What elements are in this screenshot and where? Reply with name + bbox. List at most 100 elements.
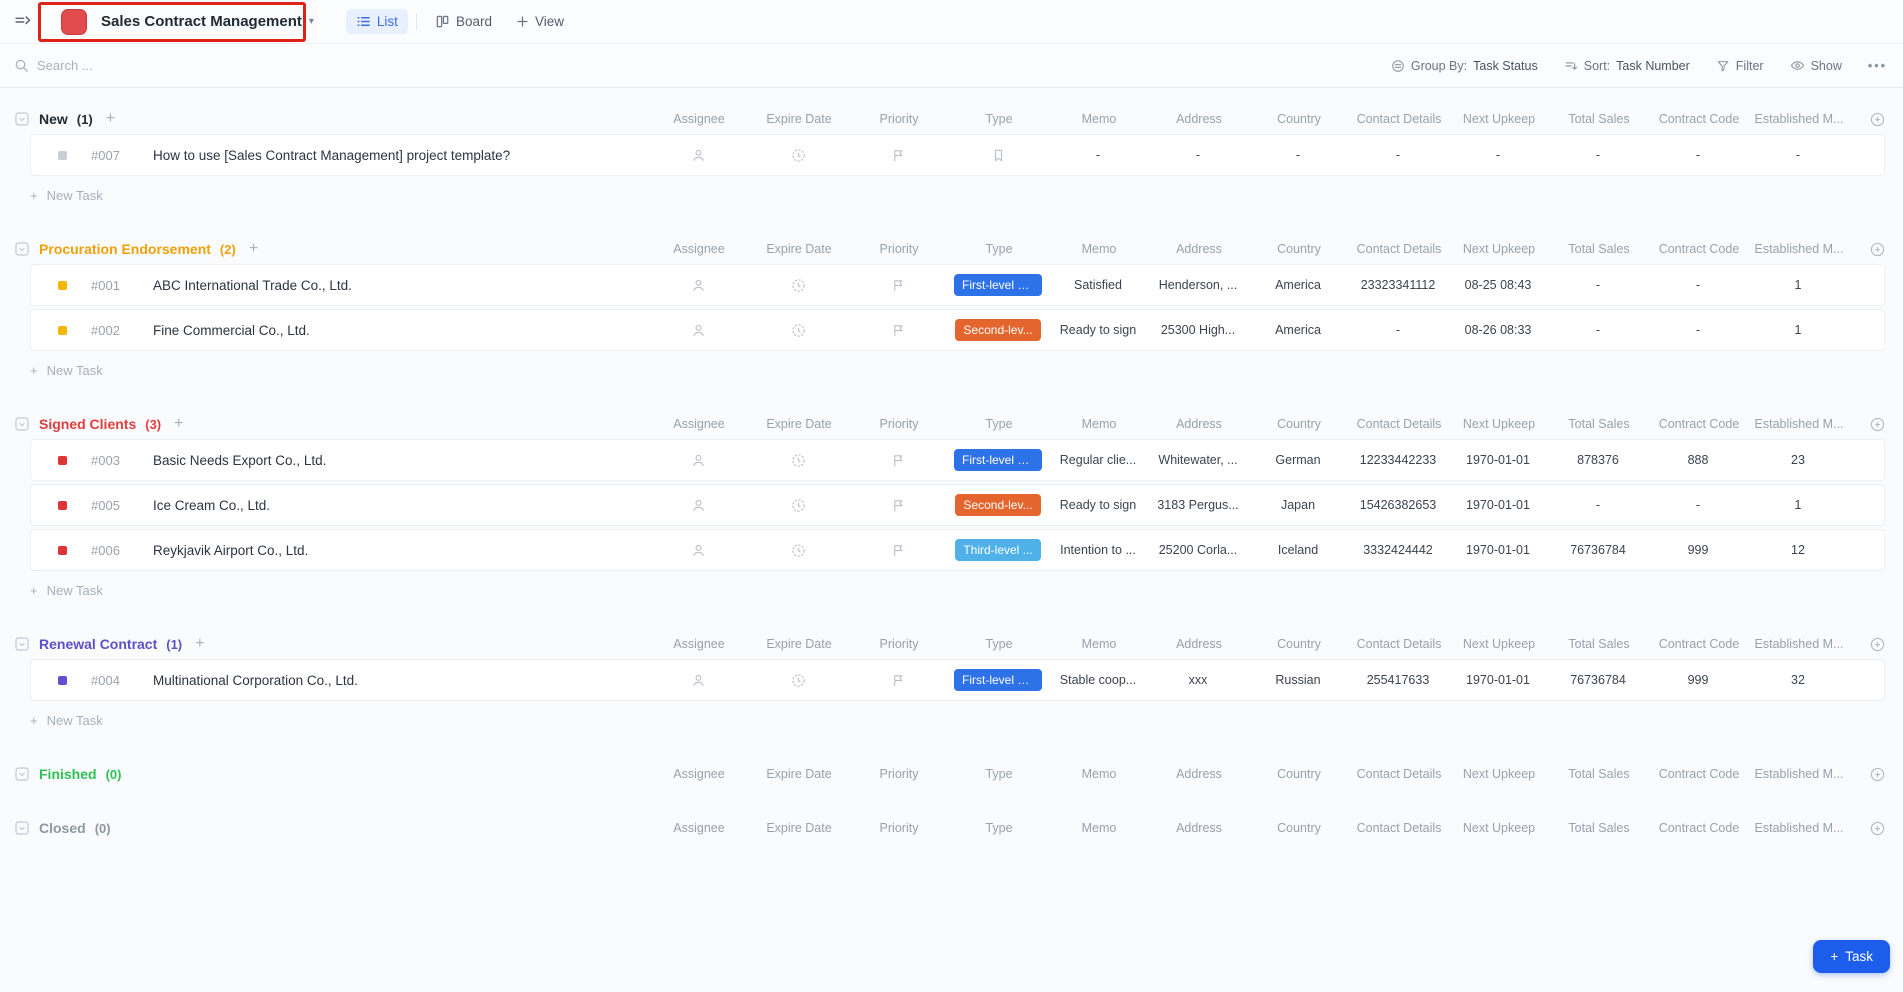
cell-memo[interactable]: Satisfied bbox=[1048, 278, 1148, 292]
column-header-established[interactable]: Established M... bbox=[1749, 417, 1849, 431]
status-dot[interactable] bbox=[58, 151, 67, 160]
cell-country[interactable]: German bbox=[1248, 453, 1348, 467]
column-header-address[interactable]: Address bbox=[1149, 112, 1249, 126]
cell-next-upkeep[interactable]: 1970-01-01 bbox=[1448, 543, 1548, 557]
column-header-expire-date[interactable]: Expire Date bbox=[749, 767, 849, 781]
column-header-contact-details[interactable]: Contact Details bbox=[1349, 417, 1449, 431]
cell-contact-details[interactable]: - bbox=[1348, 323, 1448, 337]
cell-memo[interactable]: Regular clie... bbox=[1048, 453, 1148, 467]
column-header-assignee[interactable]: Assignee bbox=[649, 767, 749, 781]
cell-established[interactable]: 23 bbox=[1748, 453, 1848, 467]
cell-address[interactable]: Henderson, ... bbox=[1148, 278, 1248, 292]
assignee-icon[interactable] bbox=[648, 673, 748, 688]
cell-country[interactable]: America bbox=[1248, 278, 1348, 292]
cell-total-sales[interactable]: - bbox=[1548, 498, 1648, 512]
task-title[interactable]: Ice Cream Co., Ltd. bbox=[153, 498, 270, 513]
cell-country[interactable]: Russian bbox=[1248, 673, 1348, 687]
assignee-icon[interactable] bbox=[648, 453, 748, 468]
expire-date-icon[interactable] bbox=[748, 673, 848, 688]
column-header-country[interactable]: Country bbox=[1249, 767, 1349, 781]
column-header-type[interactable]: Type bbox=[949, 112, 1049, 126]
task-title[interactable]: Multinational Corporation Co., Ltd. bbox=[153, 673, 358, 688]
column-header-expire-date[interactable]: Expire Date bbox=[749, 821, 849, 835]
column-header-country[interactable]: Country bbox=[1249, 417, 1349, 431]
column-header-total-sales[interactable]: Total Sales bbox=[1549, 417, 1649, 431]
priority-flag-icon[interactable] bbox=[848, 673, 948, 688]
table-row[interactable]: #006 Reykjavik Airport Co., Ltd. Third-l… bbox=[30, 529, 1885, 571]
add-column-button[interactable] bbox=[1849, 112, 1885, 127]
search-box[interactable] bbox=[14, 58, 1391, 73]
cell-memo[interactable]: Ready to sign bbox=[1048, 323, 1148, 337]
column-header-next-upkeep[interactable]: Next Upkeep bbox=[1449, 821, 1549, 835]
add-task-button[interactable]: + Task bbox=[1813, 940, 1890, 973]
column-header-assignee[interactable]: Assignee bbox=[649, 821, 749, 835]
cell-contract-code[interactable]: 888 bbox=[1648, 453, 1748, 467]
collapse-group-icon[interactable] bbox=[14, 820, 30, 836]
column-header-type[interactable]: Type bbox=[949, 637, 1049, 651]
column-header-address[interactable]: Address bbox=[1149, 637, 1249, 651]
column-header-expire-date[interactable]: Expire Date bbox=[749, 637, 849, 651]
column-header-country[interactable]: Country bbox=[1249, 242, 1349, 256]
column-header-contact-details[interactable]: Contact Details bbox=[1349, 637, 1449, 651]
task-title[interactable]: Fine Commercial Co., Ltd. bbox=[153, 323, 310, 338]
cell-total-sales[interactable]: - bbox=[1548, 148, 1648, 162]
cell-total-sales[interactable]: 76736784 bbox=[1548, 543, 1648, 557]
cell-contact-details[interactable]: - bbox=[1348, 148, 1448, 162]
priority-flag-icon[interactable] bbox=[848, 453, 948, 468]
tab-board[interactable]: Board bbox=[425, 9, 502, 34]
add-task-to-group-button[interactable]: + bbox=[195, 635, 204, 653]
cell-established[interactable]: 1 bbox=[1748, 498, 1848, 512]
cell-contact-details[interactable]: 255417633 bbox=[1348, 673, 1448, 687]
add-task-to-group-button[interactable]: + bbox=[249, 240, 258, 258]
sort-control[interactable]: Sort: Task Number bbox=[1564, 59, 1690, 73]
expire-date-icon[interactable] bbox=[748, 278, 848, 293]
cell-total-sales[interactable]: 878376 bbox=[1548, 453, 1648, 467]
new-task-button[interactable]: + New Task bbox=[30, 179, 170, 212]
column-header-priority[interactable]: Priority bbox=[849, 767, 949, 781]
column-header-next-upkeep[interactable]: Next Upkeep bbox=[1449, 242, 1549, 256]
assignee-icon[interactable] bbox=[648, 148, 748, 163]
column-header-type[interactable]: Type bbox=[949, 821, 1049, 835]
collapse-group-icon[interactable] bbox=[14, 416, 30, 432]
new-task-button[interactable]: + New Task bbox=[30, 354, 170, 387]
column-header-expire-date[interactable]: Expire Date bbox=[749, 242, 849, 256]
cell-total-sales[interactable]: 76736784 bbox=[1548, 673, 1648, 687]
column-header-priority[interactable]: Priority bbox=[849, 242, 949, 256]
cell-contract-code[interactable]: 999 bbox=[1648, 543, 1748, 557]
status-dot[interactable] bbox=[58, 501, 67, 510]
sidebar-expand-icon[interactable] bbox=[14, 13, 31, 30]
column-header-assignee[interactable]: Assignee bbox=[649, 112, 749, 126]
collapse-group-icon[interactable] bbox=[14, 241, 30, 257]
column-header-contact-details[interactable]: Contact Details bbox=[1349, 767, 1449, 781]
cell-established[interactable]: 1 bbox=[1748, 278, 1848, 292]
cell-contact-details[interactable]: 3332424442 bbox=[1348, 543, 1448, 557]
project-title-button[interactable]: Sales Contract Management ▾ bbox=[53, 5, 324, 39]
filter-control[interactable]: Filter bbox=[1716, 59, 1764, 73]
add-column-button[interactable] bbox=[1849, 767, 1885, 782]
column-header-established[interactable]: Established M... bbox=[1749, 821, 1849, 835]
collapse-group-icon[interactable] bbox=[14, 766, 30, 782]
column-header-country[interactable]: Country bbox=[1249, 637, 1349, 651]
column-header-memo[interactable]: Memo bbox=[1049, 821, 1149, 835]
cell-next-upkeep[interactable]: 1970-01-01 bbox=[1448, 673, 1548, 687]
cell-address[interactable]: Whitewater, ... bbox=[1148, 453, 1248, 467]
assignee-icon[interactable] bbox=[648, 498, 748, 513]
type-bookmark-icon[interactable] bbox=[948, 148, 1048, 163]
cell-contract-code[interactable]: 999 bbox=[1648, 673, 1748, 687]
cell-next-upkeep[interactable]: 08-25 08:43 bbox=[1448, 278, 1548, 292]
more-options-button[interactable]: ••• bbox=[1868, 59, 1887, 73]
column-header-established[interactable]: Established M... bbox=[1749, 637, 1849, 651]
cell-address[interactable]: 25300 High... bbox=[1148, 323, 1248, 337]
priority-flag-icon[interactable] bbox=[848, 543, 948, 558]
cell-next-upkeep[interactable]: - bbox=[1448, 148, 1548, 162]
column-header-established[interactable]: Established M... bbox=[1749, 112, 1849, 126]
cell-contract-code[interactable]: - bbox=[1648, 148, 1748, 162]
cell-total-sales[interactable]: - bbox=[1548, 278, 1648, 292]
status-dot[interactable] bbox=[58, 281, 67, 290]
table-row[interactable]: #007 How to use [Sales Contract Manageme… bbox=[30, 134, 1885, 176]
status-dot[interactable] bbox=[58, 546, 67, 555]
add-task-to-group-button[interactable]: + bbox=[106, 110, 115, 128]
type-badge[interactable]: Third-level ... bbox=[955, 539, 1040, 561]
cell-total-sales[interactable]: - bbox=[1548, 323, 1648, 337]
cell-country[interactable]: Japan bbox=[1248, 498, 1348, 512]
